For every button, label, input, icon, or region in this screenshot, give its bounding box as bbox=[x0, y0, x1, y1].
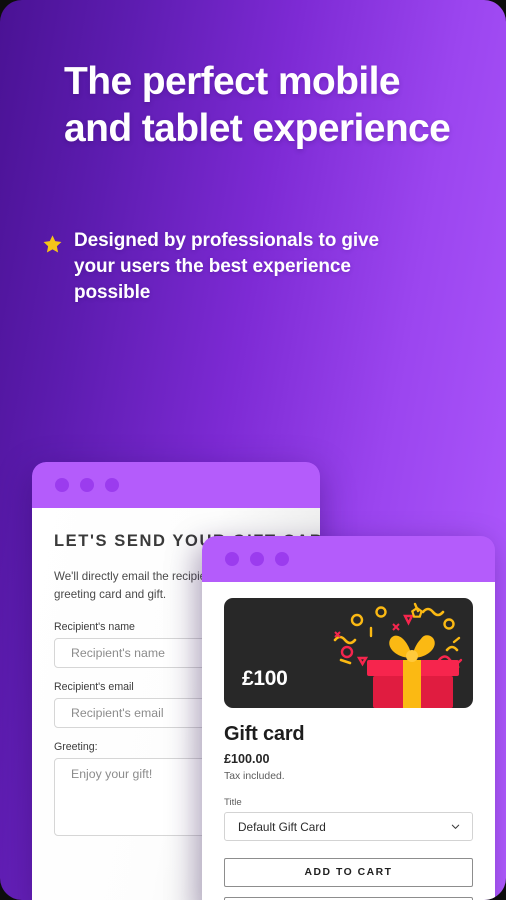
product-price: £100.00 bbox=[224, 752, 270, 766]
window-titlebar-right bbox=[202, 536, 495, 582]
variant-label: Title bbox=[224, 797, 242, 808]
variant-select-value: Default Gift Card bbox=[238, 819, 326, 834]
hero-bullet: Designed by professionals to give your u… bbox=[42, 228, 442, 306]
hero-bullet-text: Designed by professionals to give your u… bbox=[74, 230, 379, 303]
page-title: The perfect mobile and tablet experience bbox=[64, 60, 451, 150]
window-dot-minimize[interactable] bbox=[250, 552, 264, 566]
window-dot-minimize[interactable] bbox=[80, 478, 94, 492]
tax-note: Tax included. bbox=[224, 771, 285, 782]
window-dot-maximize[interactable] bbox=[275, 552, 289, 566]
gift-card-image: £100 bbox=[224, 598, 473, 708]
window-dot-close[interactable] bbox=[55, 478, 69, 492]
product-body: £100 Gift card £100.00 Tax included. Tit… bbox=[202, 582, 495, 900]
variant-select[interactable]: Default Gift Card bbox=[224, 812, 473, 841]
product-title: Gift card bbox=[224, 723, 305, 745]
window-dot-close[interactable] bbox=[225, 552, 239, 566]
chevron-down-icon bbox=[451, 824, 460, 829]
star-icon bbox=[42, 234, 63, 260]
product-page-window: £100 Gift card £100.00 Tax included. Tit… bbox=[202, 536, 495, 900]
window-titlebar-left bbox=[32, 462, 320, 508]
gift-card-amount: £100 bbox=[242, 667, 288, 690]
add-to-cart-button[interactable]: ADD TO CART bbox=[224, 858, 473, 887]
promo-screenshot: The perfect mobile and tablet experience… bbox=[0, 0, 506, 900]
window-dot-maximize[interactable] bbox=[105, 478, 119, 492]
gift-box-icon bbox=[333, 602, 463, 708]
